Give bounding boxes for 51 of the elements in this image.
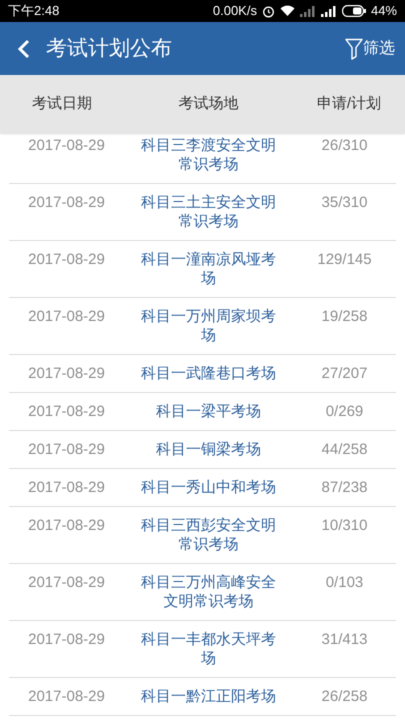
venue-link[interactable]: 科目一秀山中和考场 (138, 478, 280, 497)
funnel-icon (345, 38, 363, 60)
count-cell: 19/258 (322, 307, 368, 326)
venue-link[interactable]: 科目三万州高峰安全文明常识考场 (138, 573, 280, 611)
count-cell: 31/413 (322, 630, 368, 649)
venue-link[interactable]: 科目一梁平考场 (138, 402, 280, 421)
count-cell: 26/310 (322, 136, 368, 155)
column-header: 考试场地 (178, 94, 238, 114)
count-cell: 26/258 (322, 687, 368, 706)
venue-link[interactable]: 科目三西彭安全文明常识考场 (138, 516, 280, 554)
date-cell: 2017-08-29 (28, 687, 105, 706)
count-cell: 27/207 (322, 364, 368, 383)
venue-link[interactable]: 科目三土主安全文明常识考场 (138, 193, 280, 231)
signal-icon (300, 6, 316, 16)
status-time: 下午2:48 (8, 2, 60, 20)
signal-icon (320, 6, 337, 16)
filter-button[interactable]: 筛选 (345, 36, 395, 60)
page-title: 考试计划公布 (46, 36, 172, 62)
battery-percent: 44% (370, 2, 397, 20)
venue-link[interactable]: 科目三李渡安全文明常识考场 (138, 136, 280, 174)
column-header: 申请/计划 (316, 94, 382, 114)
count-cell: 0/269 (326, 402, 364, 421)
battery-icon (342, 5, 366, 17)
date-cell: 2017-08-29 (28, 136, 105, 155)
count-cell: 44/258 (322, 440, 368, 459)
date-cell: 2017-08-29 (28, 573, 105, 592)
date-cell: 2017-08-29 (28, 440, 105, 459)
count-cell: 87/238 (322, 478, 368, 497)
venue-link[interactable]: 科目一铜梁考场 (138, 440, 280, 459)
date-cell: 2017-08-29 (28, 402, 105, 421)
venue-link[interactable]: 科目一丰都水天坪考场 (138, 630, 280, 668)
alarm-icon (262, 4, 275, 18)
date-cell: 2017-08-29 (28, 307, 105, 326)
count-cell: 10/310 (322, 516, 368, 535)
date-cell: 2017-08-29 (28, 193, 105, 212)
date-cell: 2017-08-29 (28, 478, 105, 497)
count-cell: 129/145 (317, 250, 372, 269)
venue-link[interactable]: 科目一潼南凉风垭考场 (138, 250, 280, 288)
date-cell: 2017-08-29 (28, 250, 105, 269)
network-speed: 0.00K/s (212, 2, 257, 20)
date-cell: 2017-08-29 (28, 516, 105, 535)
date-cell: 2017-08-29 (28, 630, 105, 649)
count-cell: 35/310 (322, 193, 368, 212)
venue-link[interactable]: 科目一武隆巷口考场 (138, 364, 280, 383)
wifi-icon (280, 5, 295, 17)
back-icon (18, 38, 30, 58)
column-header: 考试日期 (32, 94, 92, 114)
date-cell: 2017-08-29 (28, 364, 105, 383)
count-cell: 0/103 (326, 573, 364, 592)
venue-link[interactable]: 科目一黔江正阳考场 (138, 687, 280, 706)
venue-link[interactable]: 科目一万州周家坝考场 (138, 307, 280, 345)
